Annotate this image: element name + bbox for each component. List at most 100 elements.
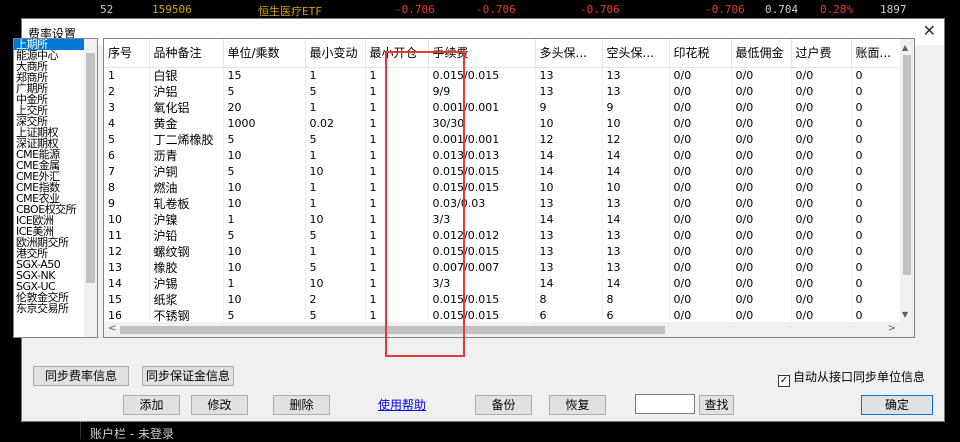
edit-button[interactable]: 修改 <box>191 395 248 415</box>
column-header[interactable]: 序号 <box>104 39 150 68</box>
column-header[interactable]: 最小开仓 <box>365 39 429 68</box>
column-header[interactable]: 单位/乘数 <box>223 39 306 68</box>
table-row[interactable]: 8 燃油 10 1 1 0.015/0.015 10 10 0/0 0/0 0/0 0 <box>104 179 902 196</box>
table-row[interactable]: 11 沪铅 5 5 1 0.012/0.012 13 13 0/0 0/0 0/0 0 <box>104 227 902 244</box>
table-row[interactable]: 14 沪锡 1 10 1 3/3 14 14 0/0 0/0 0/0 0 <box>104 275 902 292</box>
table-cell: 0/0 <box>791 211 852 228</box>
table-row[interactable]: 2 沪铝 5 5 1 9/9 13 13 0/0 0/0 0/0 0 <box>104 83 902 100</box>
table-row[interactable]: 9 轧卷板 10 1 1 0.03/0.03 13 13 0/0 0/0 0/0 0 <box>104 195 902 212</box>
table-cell: 0 <box>851 275 902 292</box>
table-cell: 1 <box>365 291 429 308</box>
table-cell: 0.02 <box>305 115 366 132</box>
table-cell: 13 <box>602 195 670 212</box>
table-cell: 0/0 <box>731 115 792 132</box>
scroll-thumb[interactable] <box>86 53 95 283</box>
table-row[interactable]: 12 螺纹钢 10 1 1 0.015/0.015 13 13 0/0 0/0 0/0 0 <box>104 243 902 260</box>
table-row[interactable]: 10 沪镍 1 10 1 3/3 14 14 0/0 0/0 0/0 0 <box>104 211 902 228</box>
table-cell: 1 <box>365 243 429 260</box>
column-header[interactable]: 最低佣金 <box>731 39 792 68</box>
column-header[interactable]: 多头保... <box>535 39 603 68</box>
table-row[interactable]: 13 橡胶 10 5 1 0.007/0.007 13 13 0/0 0/0 0/0 0 <box>104 259 902 276</box>
table-cell: 7 <box>104 163 150 180</box>
column-header[interactable]: 过户费 <box>791 39 852 68</box>
table-vertical-scrollbar[interactable]: ▲ ▼ <box>900 39 914 322</box>
exchange-items: 上期所 能源中心 大商所 郑商所 广期所 中金所 上交所 深交所 上证期权 深证期权 CME能源 CM… <box>14 39 86 314</box>
column-header[interactable]: 品种备注 <box>149 39 224 68</box>
table-cell: 0/0 <box>669 275 732 292</box>
table-row[interactable]: 7 沪铜 5 10 1 0.015/0.015 14 14 0/0 0/0 0/0 0 <box>104 163 902 180</box>
exchange-list[interactable]: 上期所 能源中心 大商所 郑商所 广期所 中金所 上交所 深交所 上证期权 深证期权 CME能源 CM… <box>13 38 98 338</box>
table-cell: 燃油 <box>149 179 224 196</box>
table-cell: 0 <box>851 115 902 132</box>
table-cell: 10 <box>602 179 670 196</box>
search-input[interactable] <box>635 394 695 414</box>
table-cell: 14 <box>602 163 670 180</box>
table-cell: 0/0 <box>731 211 792 228</box>
table-cell: 0/0 <box>669 259 732 276</box>
table-cell: 0/0 <box>669 83 732 100</box>
table-cell: 6 <box>104 147 150 164</box>
table-cell: 0 <box>851 67 902 84</box>
scroll-left-icon[interactable]: < <box>108 323 116 334</box>
restore-button[interactable]: 恢复 <box>549 395 606 415</box>
bg-value: -0.706 <box>395 3 435 16</box>
sync-margin-button[interactable]: 同步保证金信息 <box>142 366 234 386</box>
table-cell: 0/0 <box>791 147 852 164</box>
exchange-list-scrollbar[interactable] <box>84 39 97 337</box>
column-header[interactable]: 最小变动 <box>305 39 366 68</box>
help-link[interactable]: 使用帮助 <box>378 396 426 413</box>
table-cell: 1 <box>365 99 429 116</box>
table-row[interactable]: 5 丁二烯橡胶 5 5 1 0.001/0.001 12 12 0/0 0/0 0/0 0 <box>104 131 902 148</box>
exchange-item[interactable]: 东京交易所 <box>14 303 86 314</box>
table-cell: 沪铅 <box>149 227 224 244</box>
table-cell: 10 <box>104 211 150 228</box>
scroll-up-icon[interactable]: ▲ <box>902 43 908 52</box>
table-row[interactable]: 15 纸浆 10 2 1 0.015/0.015 8 8 0/0 0/0 0/0 0 <box>104 291 902 308</box>
table-cell: 0/0 <box>731 259 792 276</box>
find-button[interactable]: 查找 <box>699 395 734 415</box>
column-header[interactable]: 账面... <box>851 39 902 68</box>
table-cell: 20 <box>223 99 306 116</box>
table-cell: 1 <box>365 179 429 196</box>
table-cell: 30/30 <box>428 115 536 132</box>
scroll-thumb[interactable] <box>903 55 911 275</box>
table-cell: 14 <box>535 163 603 180</box>
table-row[interactable]: 3 氧化铝 20 1 1 0.001/0.001 9 9 0/0 0/0 0/0 0 <box>104 99 902 116</box>
table-cell: 0/0 <box>731 99 792 116</box>
table-cell: 0/0 <box>669 67 732 84</box>
add-button[interactable]: 添加 <box>123 395 180 415</box>
table-cell: 10 <box>223 259 306 276</box>
table-cell: 14 <box>602 211 670 228</box>
table-cell: 15 <box>104 291 150 308</box>
table-cell: 10 <box>305 275 366 292</box>
sync-rates-button[interactable]: 同步费率信息 <box>33 366 129 386</box>
table-cell: 12 <box>535 131 603 148</box>
table-cell: 9 <box>104 195 150 212</box>
table-cell: 沪铜 <box>149 163 224 180</box>
column-header[interactable]: 空头保... <box>602 39 670 68</box>
table-row[interactable]: 6 沥青 10 1 1 0.013/0.013 14 14 0/0 0/0 0/0 0 <box>104 147 902 164</box>
table-cell: 1 <box>365 131 429 148</box>
column-header[interactable]: 印花税 <box>669 39 732 68</box>
table-cell: 1 <box>305 67 366 84</box>
checkbox-check-icon[interactable]: ✓ <box>778 375 790 387</box>
ok-button[interactable]: 确定 <box>861 395 933 415</box>
backup-button[interactable]: 备份 <box>475 395 532 415</box>
scroll-thumb[interactable] <box>120 326 665 334</box>
table-cell: 10 <box>535 115 603 132</box>
table-horizontal-scrollbar[interactable]: < > <box>104 322 914 337</box>
close-icon[interactable]: ✕ <box>923 21 936 40</box>
table-row[interactable]: 1 白银 15 1 1 0.015/0.015 13 13 0/0 0/0 0/0 0 <box>104 67 902 84</box>
column-header[interactable]: 手续费 <box>428 39 536 68</box>
table-cell: 黄金 <box>149 115 224 132</box>
table-cell: 10 <box>223 179 306 196</box>
table-cell: 0 <box>851 163 902 180</box>
fee-table: 序号 品种备注 单位/乘数 最小变动 最小开仓 手续费 多头保... 空头保... 印花税 最低佣… <box>103 38 915 338</box>
scroll-right-icon[interactable]: > <box>888 323 896 334</box>
table-cell: 0.001/0.001 <box>428 99 536 116</box>
delete-button[interactable]: 删除 <box>273 395 330 415</box>
auto-sync-checkbox[interactable]: ✓ 自动从接口同步单位信息 <box>778 368 925 387</box>
table-cell: 13 <box>602 227 670 244</box>
scroll-down-icon[interactable]: ▼ <box>902 310 908 319</box>
table-row[interactable]: 4 黄金 1000 0.02 1 30/30 10 10 0/0 0/0 0/0 0 <box>104 115 902 132</box>
